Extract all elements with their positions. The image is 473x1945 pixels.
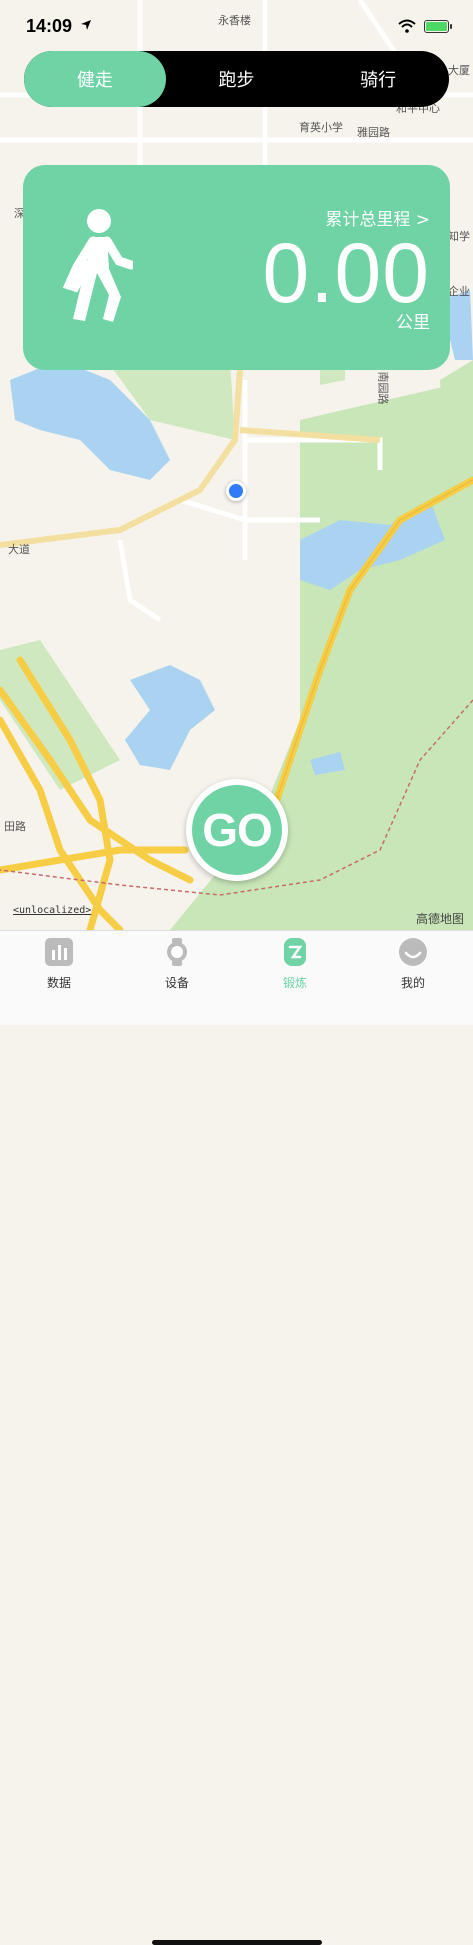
go-button[interactable]: GO: [186, 779, 288, 881]
tab-data[interactable]: 数据: [19, 937, 99, 991]
current-location-marker: [226, 481, 246, 501]
map-label: 大厦: [448, 64, 470, 77]
tab-profile[interactable]: 我的: [373, 937, 453, 991]
mode-tab-walk[interactable]: 健走: [24, 51, 166, 107]
unlocalized-label: <unlocalized>: [13, 905, 92, 916]
exercise-icon: [284, 938, 306, 966]
tab-device-label: 设备: [164, 976, 189, 990]
profile-icon: [399, 938, 427, 966]
map-road-label: 大道: [8, 543, 30, 556]
walking-person-icon: [63, 209, 133, 322]
tab-profile-label: 我的: [400, 976, 425, 990]
stats-card: 累计总里程 > 0.00 公里: [23, 165, 450, 370]
map-road-label: 南园路: [376, 371, 390, 405]
mode-selector: 健走 跑步 骑行: [24, 51, 449, 107]
tab-device[interactable]: 设备: [137, 937, 217, 991]
go-button-label: GO: [192, 785, 282, 875]
location-arrow-icon: [81, 20, 91, 30]
chart-icon: [45, 938, 73, 966]
battery-icon: [424, 20, 452, 33]
map-road-label: 田路: [4, 820, 26, 833]
tab-exercise-label: 锻炼: [282, 976, 307, 990]
tab-bar: 数据 设备 锻炼 我的: [0, 930, 473, 1945]
map-label: 知学: [448, 230, 470, 243]
tab-data-label: 数据: [46, 976, 71, 990]
status-time: 14:09: [26, 16, 73, 36]
map-label: 企业: [448, 285, 470, 298]
home-indicator: [152, 1940, 322, 1945]
watch-icon: [167, 938, 187, 966]
tab-exercise[interactable]: 锻炼: [255, 937, 335, 991]
distance-unit: 公里: [396, 313, 430, 333]
mode-tab-run[interactable]: 跑步: [166, 51, 308, 107]
map-road-label: 雅园路: [357, 126, 390, 139]
map-provider-logo: 高德地图: [416, 912, 465, 926]
map-poi-label: 育英小学: [299, 121, 343, 134]
status-bar: 14:09: [0, 0, 473, 48]
mode-tab-ride[interactable]: 骑行: [307, 51, 449, 107]
wifi-icon: [398, 19, 416, 33]
